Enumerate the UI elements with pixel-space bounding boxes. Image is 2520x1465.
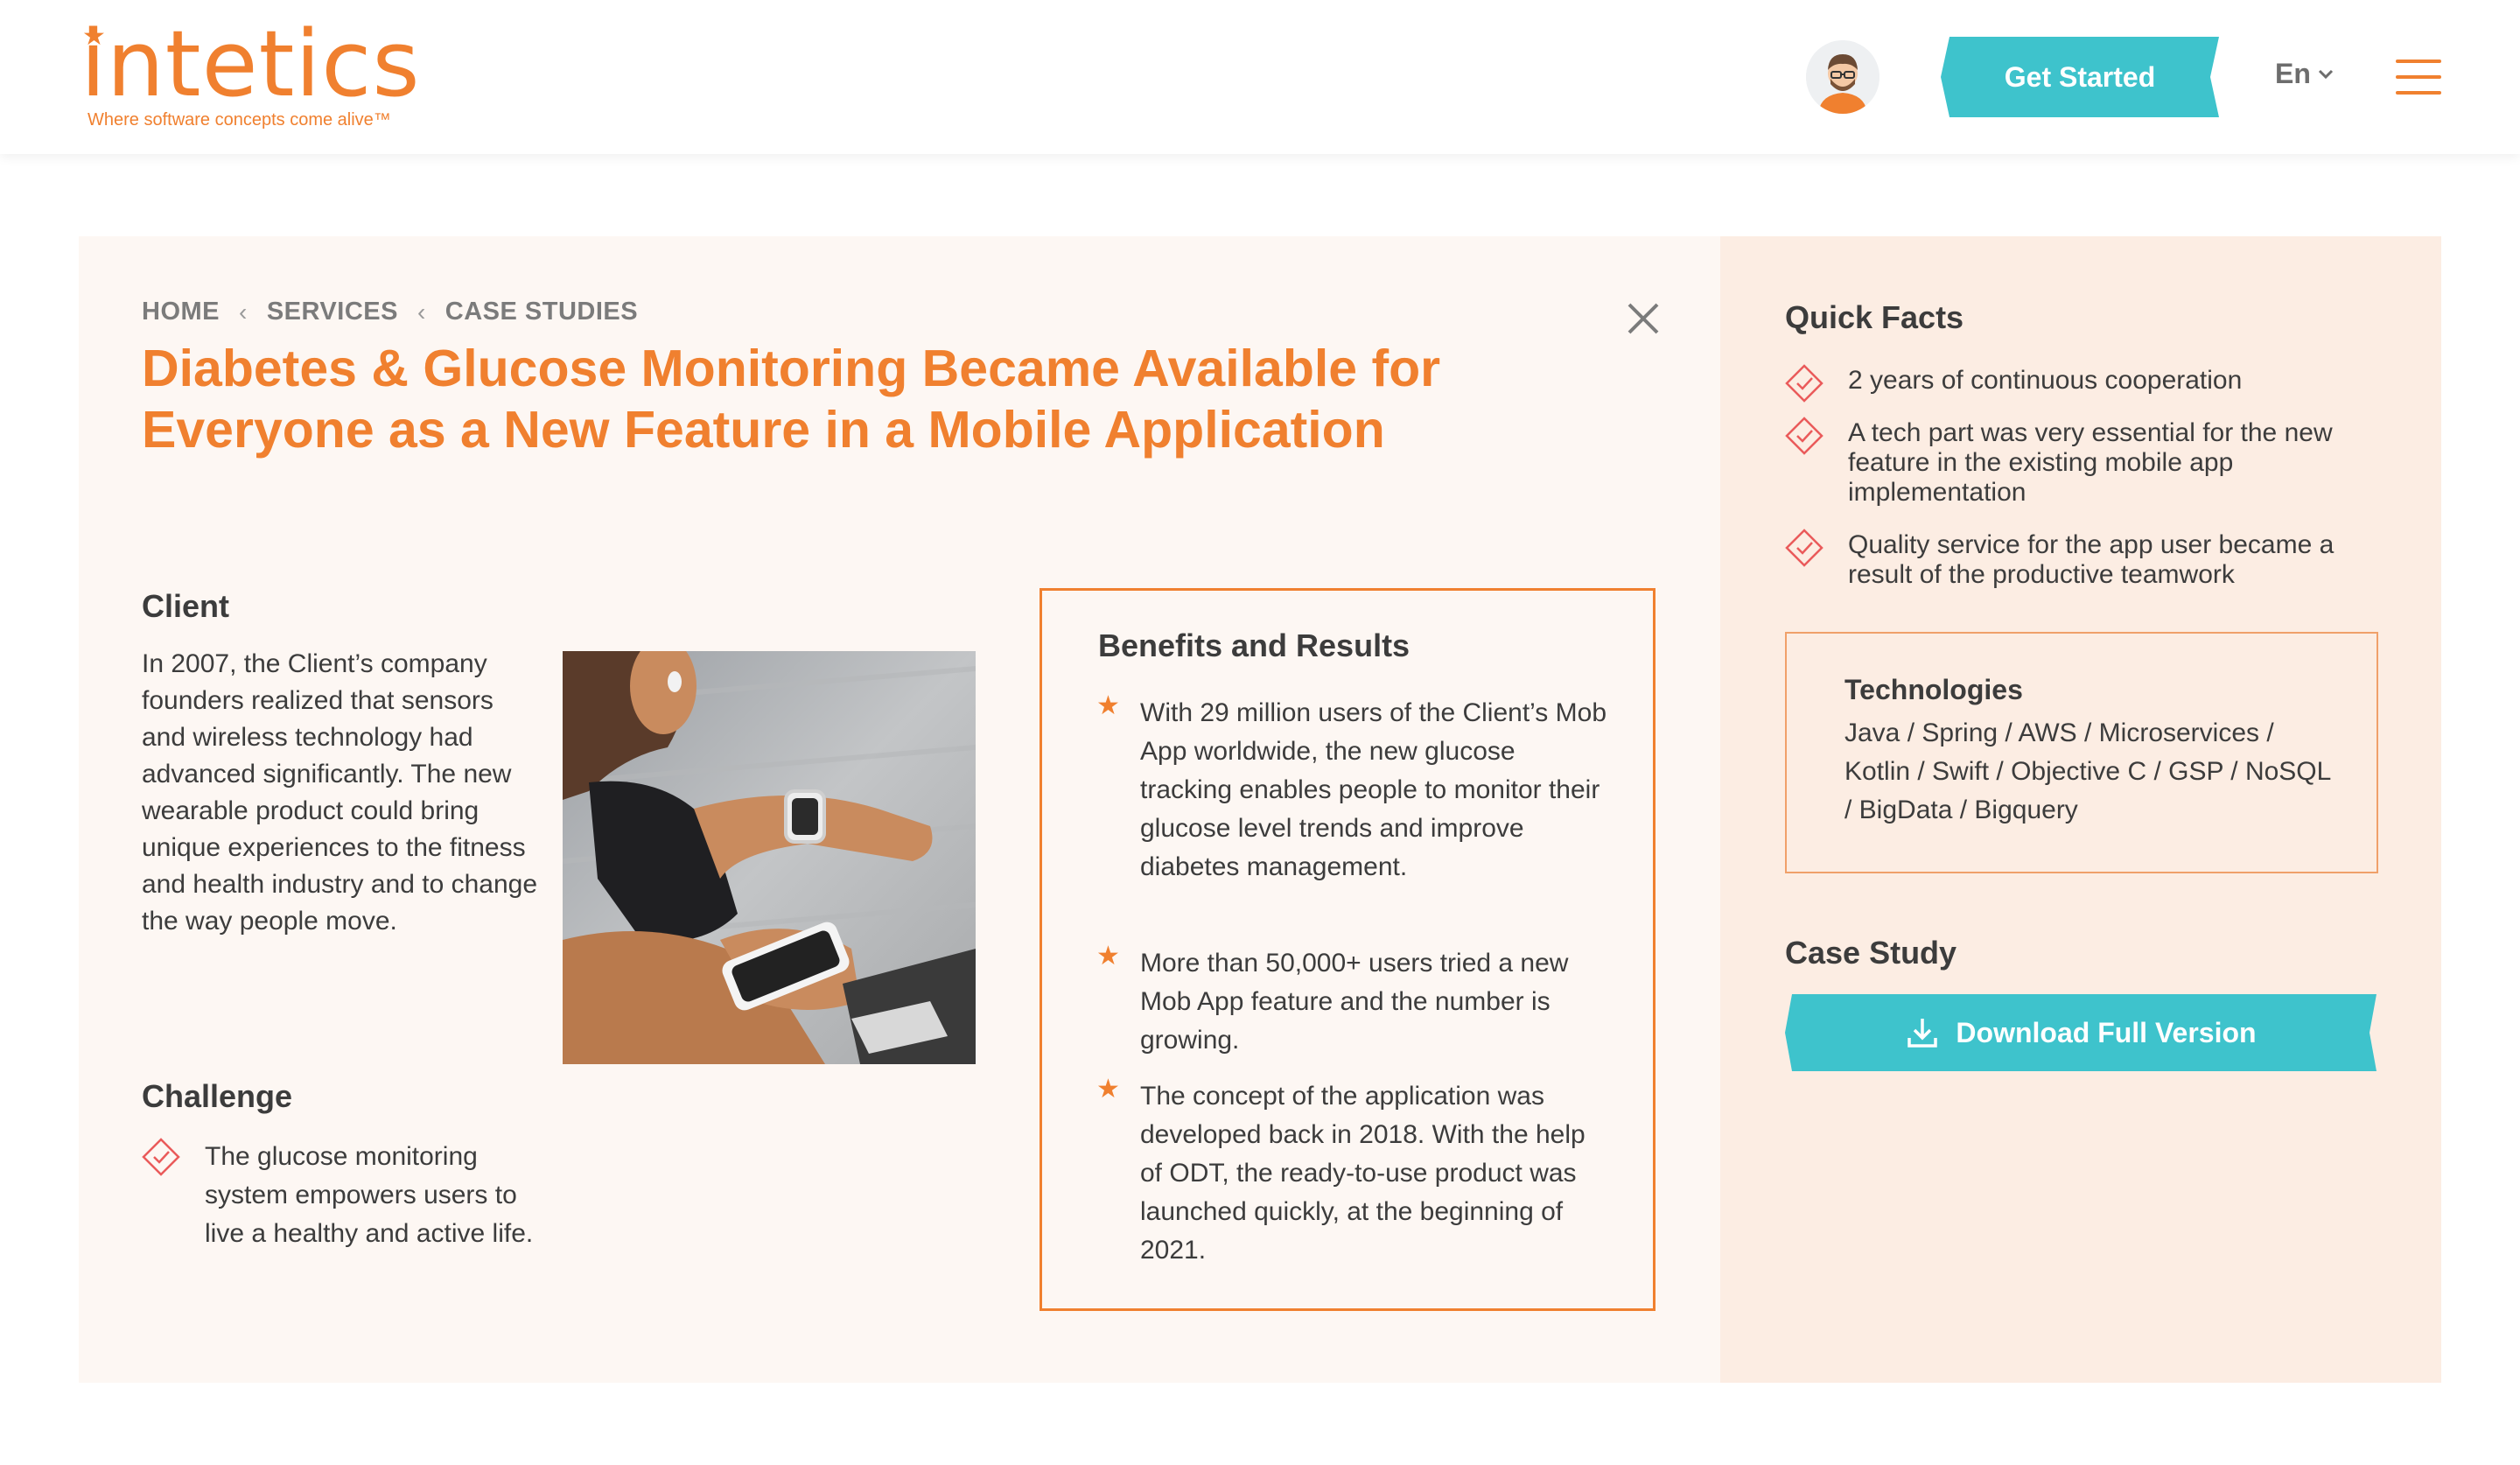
logo-star-icon: ★ — [82, 22, 106, 51]
benefits-heading: Benefits and Results — [1098, 627, 1410, 663]
logo-tagline: Where software concepts come alive™ — [88, 110, 391, 130]
logo[interactable]: ★ intetics Where software concepts come … — [80, 11, 421, 130]
technologies-list: Java / Spring / AWS / Microservices / Ko… — [1844, 718, 2331, 824]
star-bullet-icon: ★ — [1096, 1075, 1120, 1104]
case-study-heading: Case Study — [1785, 935, 1957, 971]
diamond-check-icon — [1785, 529, 1824, 567]
logo-wordmark: intetics — [80, 11, 421, 117]
quick-fact-text: Quality service for the app user became … — [1848, 530, 2334, 589]
benefit-text: With 29 million users of the Client’s Mo… — [1140, 698, 1606, 881]
download-label: Download Full Version — [1956, 1016, 2257, 1048]
challenge-text: The glucose monitoring system empowers u… — [205, 1142, 534, 1248]
hamburger-menu-icon[interactable] — [2396, 60, 2441, 95]
client-photo — [563, 651, 976, 1064]
breadcrumb-home[interactable]: HOME — [142, 298, 220, 326]
diamond-check-icon — [1785, 364, 1824, 403]
star-bullet-icon: ★ — [1096, 942, 1120, 971]
client-heading: Client — [142, 588, 230, 624]
breadcrumb: HOME ‹ SERVICES ‹ CASE STUDIES — [142, 298, 638, 326]
quick-fact-text: 2 years of continuous cooperation — [1848, 366, 2243, 395]
breadcrumb-chevron-icon: ‹ — [239, 298, 248, 326]
breadcrumb-case-studies[interactable]: CASE STUDIES — [445, 298, 638, 326]
benefit-text: More than 50,000+ users tried a new Mob … — [1140, 949, 1569, 1055]
avatar-icon[interactable] — [1806, 40, 1880, 114]
client-text: In 2007, the Client’s company founders r… — [142, 649, 538, 936]
technologies-box: Technologies Java / Spring / AWS / Micro… — [1785, 632, 2378, 873]
diamond-check-icon — [142, 1138, 180, 1176]
breadcrumb-chevron-icon: ‹ — [416, 298, 426, 326]
download-icon — [1905, 1015, 1940, 1050]
challenge-heading: Challenge — [142, 1078, 293, 1114]
quick-fact-text: A tech part was very essential for the n… — [1848, 418, 2333, 507]
benefit-text: The concept of the application was devel… — [1140, 1082, 1586, 1265]
diamond-check-icon — [1785, 417, 1824, 455]
page-title: Diabetes & Glucose Monitoring Became Ava… — [142, 340, 1441, 459]
language-selector[interactable]: En — [2275, 58, 2334, 90]
close-icon[interactable] — [1624, 299, 1662, 338]
language-label: En — [2275, 58, 2311, 89]
download-full-version-button[interactable]: Download Full Version — [1785, 994, 2376, 1071]
benefits-box: Benefits and Results ★ With 29 million u… — [1040, 588, 1656, 1311]
star-bullet-icon: ★ — [1096, 691, 1120, 720]
technologies-heading: Technologies — [1844, 674, 2023, 705]
quick-facts-heading: Quick Facts — [1785, 299, 1964, 335]
site-header: ★ intetics Where software concepts come … — [0, 0, 2520, 154]
chevron-down-icon — [2318, 69, 2333, 79]
get-started-button[interactable]: Get Started — [1941, 37, 2219, 117]
breadcrumb-services[interactable]: SERVICES — [267, 298, 398, 326]
